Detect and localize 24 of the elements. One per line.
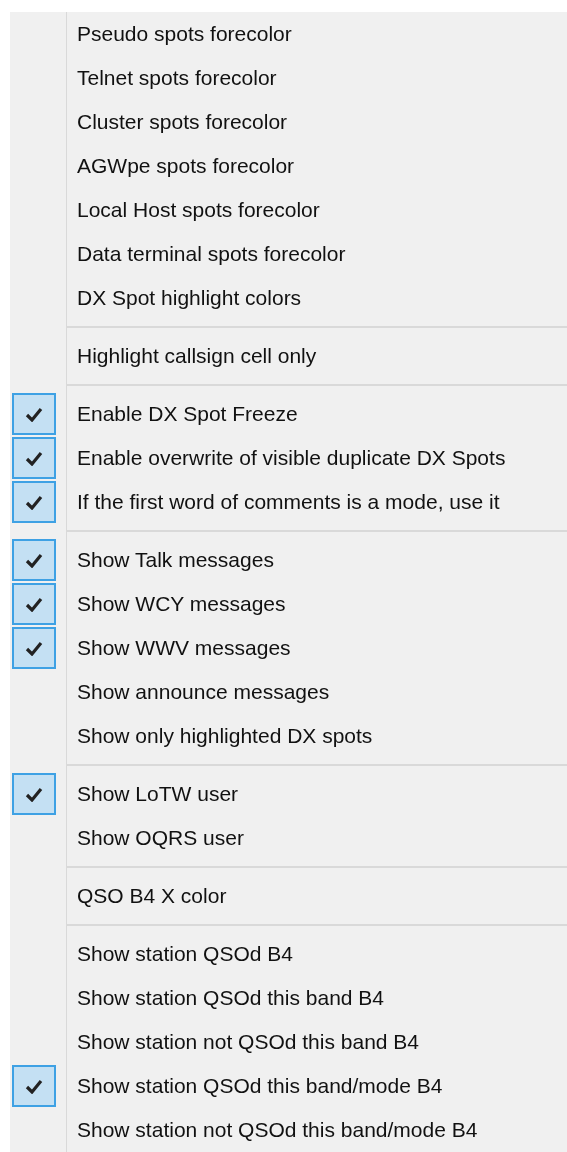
- menu-item[interactable]: Cluster spots forecolor: [67, 106, 288, 138]
- menu-item[interactable]: Data terminal spots forecolor: [67, 238, 346, 270]
- menu-item[interactable]: DX Spot highlight colors: [67, 282, 302, 314]
- menu-item[interactable]: Enable overwrite of visible duplicate DX Spots: [67, 442, 506, 474]
- menu-item[interactable]: Show station QSOd this band/mode B4: [67, 1070, 443, 1102]
- menu-item[interactable]: Show Talk messages: [67, 544, 274, 576]
- menu-item[interactable]: Pseudo spots forecolor: [67, 18, 292, 50]
- menu-item[interactable]: Show announce messages: [67, 676, 330, 708]
- menu-item[interactable]: Show only highlighted DX spots: [67, 720, 373, 752]
- menu-item[interactable]: Enable DX Spot Freeze: [67, 398, 298, 430]
- menu-item[interactable]: Show WCY messages: [67, 588, 286, 620]
- menu-item[interactable]: Show LoTW user: [67, 778, 239, 810]
- menu-item[interactable]: Show station not QSOd this band B4: [67, 1026, 420, 1058]
- menu-item[interactable]: Show station QSOd this band B4: [67, 982, 384, 1014]
- menu-item[interactable]: Telnet spots forecolor: [67, 62, 277, 94]
- menu-item[interactable]: QSO B4 X color: [67, 880, 227, 912]
- menu-item[interactable]: Show station QSOd B4: [67, 938, 293, 970]
- menu-item[interactable]: Local Host spots forecolor: [67, 194, 320, 226]
- menu-item[interactable]: Show OQRS user: [67, 822, 244, 854]
- menu-item[interactable]: Highlight callsign cell only: [67, 340, 317, 372]
- menu-item[interactable]: AGWpe spots forecolor: [67, 150, 295, 182]
- menu-item[interactable]: If the first word of comments is a mode, use it: [67, 486, 500, 518]
- menu-item[interactable]: Show station not QSOd this band/mode B4: [67, 1114, 478, 1146]
- menu-item[interactable]: Show WWV messages: [67, 632, 291, 664]
